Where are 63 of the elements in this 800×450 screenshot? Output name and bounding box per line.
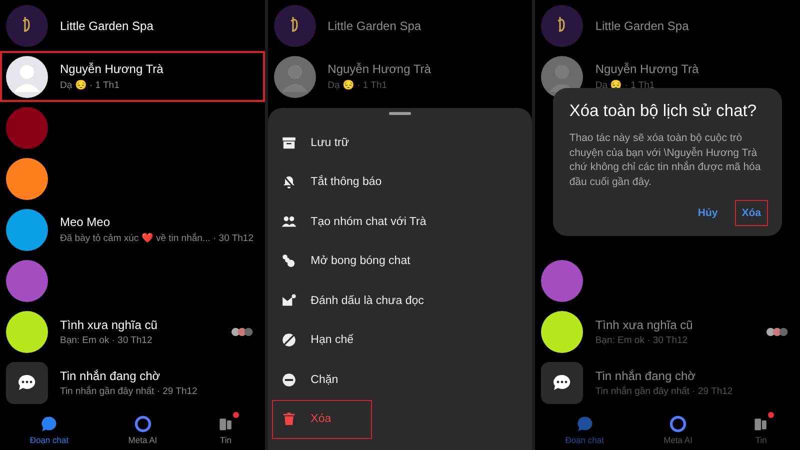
dialog-title: Xóa toàn bộ lịch sử chat? bbox=[569, 102, 758, 121]
chat-row[interactable]: Tin nhắn đang chờ Tin nhắn gần đây nhất · 29 Th12 bbox=[535, 357, 800, 408]
bell-off-icon bbox=[280, 174, 297, 190]
chat-row[interactable]: Little Garden Spa bbox=[0, 0, 265, 51]
ring-icon bbox=[669, 415, 688, 433]
chat-name: Tin nhắn đang chờ bbox=[60, 368, 162, 382]
nav-tab[interactable]: Tin bbox=[216, 415, 235, 445]
chat-row[interactable]: Little Garden Spa bbox=[268, 0, 532, 51]
message-preview: Bạn: Em ok · 30 Th12 bbox=[60, 334, 154, 346]
chat-row[interactable]: Little Garden Spa bbox=[535, 0, 800, 51]
chat-bubble-icon bbox=[541, 362, 584, 404]
dialog-button[interactable]: Hủy bbox=[690, 200, 725, 226]
message-preview: Tin nhắn gần đây nhất · 29 Th12 bbox=[60, 386, 198, 396]
message-preview: Dạ 😔 · 1 Th1 bbox=[328, 79, 388, 91]
restrict-icon bbox=[280, 332, 297, 348]
chat-name: Nguyễn Hương Trà bbox=[60, 62, 164, 76]
chat-name: Tình xưa nghĩa cũ bbox=[595, 318, 694, 332]
chat-row[interactable]: Meo Meo Đã bày tỏ cảm xúc ❤ về tin nhắn... · 30 Th12 bbox=[0, 204, 265, 255]
chat-row[interactable]: Tình xưa nghĩa cũ Bạn: Em ok · 30 Th12 bbox=[535, 306, 800, 357]
chat-name: Tình xưa nghĩa cũ bbox=[60, 318, 158, 332]
drag-handle[interactable] bbox=[389, 112, 411, 115]
menu-item[interactable]: Lưu trữ bbox=[272, 123, 528, 162]
chat-row[interactable]: Tình xưa nghĩa cũ Bạn: Em ok · 30 Th12 bbox=[0, 306, 265, 357]
chat-name: Little Garden Spa bbox=[60, 18, 154, 32]
block-icon bbox=[280, 372, 297, 388]
highlighted-chat-row[interactable]: Nguyễn Hương Trà Dạ 😔 · 1 Th1 bbox=[0, 51, 265, 102]
nav-tab[interactable]: Meta AI bbox=[128, 415, 158, 445]
chat-name: Little Garden Spa bbox=[328, 18, 422, 32]
menu-item[interactable]: Chặn bbox=[272, 360, 528, 400]
menu-item[interactable]: Hạn chế bbox=[272, 320, 528, 360]
dialog-message: Thao tác này sẽ xóa toàn bộ cuộc trò chuyện của bạn với \Nguyễn Hương Trà chứ không chỉ các tin nhắn được mã hóa đầu cuối gần đây. bbox=[569, 131, 762, 190]
chat-name: Little Garden Spa bbox=[595, 18, 690, 32]
dialog-button[interactable]: Xóa bbox=[734, 200, 768, 226]
chat-bubble-icon bbox=[40, 415, 58, 433]
ring-icon bbox=[134, 415, 152, 433]
chat-name: Nguyễn Hương Trà bbox=[328, 62, 432, 76]
message-preview: Đã bày tỏ cảm xúc ❤ về tin nhắn... · 30 Th12 bbox=[60, 232, 254, 244]
chat-name: Nguyễn Hương Trà bbox=[595, 62, 700, 76]
people-icon bbox=[280, 214, 297, 230]
logo-avatar-icon bbox=[6, 4, 48, 46]
chat-name: Tin nhắn đang chờ bbox=[595, 368, 697, 382]
chat-name: Meo Meo bbox=[60, 215, 112, 229]
logo-avatar-icon bbox=[541, 4, 584, 46]
trash-icon bbox=[280, 411, 297, 428]
chat-row[interactable]: Nguyễn Hương Trà Dạ 😔 · 1 Th1 bbox=[268, 51, 532, 102]
chat-row[interactable]: Tin nhắn đang chờ Tin nhắn gần đây nhất · 29 Th12 bbox=[0, 357, 265, 408]
menu-item[interactable]: Tạo nhóm chat với Trà bbox=[272, 202, 528, 242]
person-avatar-icon bbox=[6, 56, 48, 98]
menu-item[interactable]: Mở bong bóng chat bbox=[272, 242, 528, 281]
message-preview: Bạn: Em ok · 30 Th12 bbox=[595, 334, 689, 346]
menu-item[interactable]: Tắt thông báo bbox=[272, 162, 528, 202]
logo-avatar-icon bbox=[274, 4, 316, 46]
menu-item[interactable]: Xóa bbox=[272, 400, 372, 439]
bubbles-icon bbox=[280, 253, 297, 270]
message-preview: Dạ 😔 · 1 Th1 bbox=[60, 79, 120, 91]
nav-tab[interactable]: Đoạn chat bbox=[30, 415, 69, 445]
chat-bubble-icon bbox=[576, 415, 594, 433]
unread-icon bbox=[280, 292, 297, 309]
archive-icon bbox=[280, 134, 297, 151]
message-preview: Tin nhắn gần đây nhất · 29 Th12 bbox=[595, 386, 734, 396]
menu-item[interactable]: Đánh dấu là chưa đọc bbox=[272, 281, 528, 320]
person-avatar-icon bbox=[274, 56, 316, 98]
chat-bubble-icon bbox=[6, 362, 48, 404]
